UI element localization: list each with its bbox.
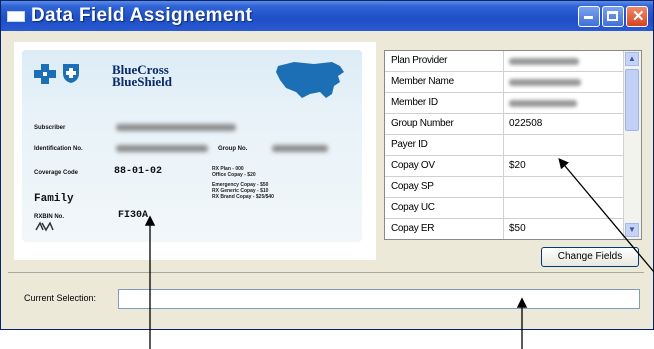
grid-field-value[interactable]: $50: [509, 223, 526, 234]
close-button[interactable]: ✕: [626, 6, 648, 27]
grid-row[interactable]: Copay SP: [385, 177, 623, 198]
grid-field-name: Member ID: [391, 97, 438, 108]
window-title: Data Field Assignement: [31, 5, 253, 26]
blueshield-logo-icon: [63, 64, 79, 83]
group-label: Group No.: [218, 146, 248, 152]
grid-field-name: Copay OV: [391, 160, 435, 171]
grid-row[interactable]: Copay OV $20: [385, 156, 623, 177]
arrow-down-icon[interactable]: ▼: [625, 223, 639, 237]
current-selection-input[interactable]: [118, 289, 640, 309]
grid-field-value[interactable]: $20: [509, 160, 526, 171]
grid-row[interactable]: Member Name: [385, 72, 623, 93]
benefits-block-2: Emergency Copay - $50 RX Generic Copay -…: [212, 182, 274, 200]
grid-row[interactable]: Payer ID: [385, 135, 623, 156]
field-grid[interactable]: Plan Provider Member Name Member ID Group N…: [384, 50, 642, 240]
card-brand: BlueCross BlueShield: [112, 62, 172, 89]
grid-row[interactable]: Group Number 022508: [385, 114, 623, 135]
minimize-icon: [584, 16, 593, 19]
scroll-thumb[interactable]: [625, 69, 639, 131]
grid-field-value-redacted[interactable]: [509, 79, 581, 86]
bluecross-logo-icon: [34, 64, 56, 84]
grid-field-name: Copay SP: [391, 181, 434, 192]
family-text: Family: [34, 193, 74, 205]
insurance-card-image[interactable]: BlueCross BlueShield Subscriber Identifi…: [22, 50, 362, 242]
grid-field-name: Plan Provider: [391, 55, 448, 66]
coverage-label: Coverage Code: [34, 170, 79, 176]
title-bar[interactable]: Data Field Assignement ✕: [1, 1, 653, 31]
grid-row[interactable]: Copay UC: [385, 198, 623, 219]
close-icon: ✕: [632, 8, 645, 25]
grid-field-name: Copay ER: [391, 223, 435, 234]
us-map-icon: [276, 62, 344, 98]
group-value-redacted: [272, 145, 328, 152]
grid-field-value-redacted[interactable]: [509, 100, 577, 107]
arrow-up-icon[interactable]: ▲: [625, 52, 639, 66]
minimize-button[interactable]: [578, 6, 600, 27]
grid-column-divider: [503, 51, 504, 239]
subscriber-label: Subscriber: [34, 125, 66, 131]
grid-field-name: Group Number: [391, 118, 454, 129]
change-fields-button[interactable]: Change Fields: [541, 247, 639, 267]
grid-row[interactable]: Member ID: [385, 93, 623, 114]
grid-field-name: Payer ID: [391, 139, 428, 150]
grid-field-name: Member Name: [391, 76, 454, 87]
identification-value-redacted: [116, 145, 208, 152]
grid-field-value-redacted[interactable]: [509, 58, 579, 65]
grid-scrollbar[interactable]: ▲ ▼: [623, 51, 641, 239]
grid-row[interactable]: Copay ER $50: [385, 219, 623, 239]
window-icon: [7, 11, 25, 22]
rxbin-value: FI30A: [118, 210, 149, 221]
grid-row[interactable]: Plan Provider: [385, 51, 623, 72]
maximize-button[interactable]: [602, 6, 624, 27]
network-logo-icon: [35, 221, 54, 232]
maximize-icon: [607, 11, 618, 21]
divider: [8, 272, 644, 273]
grid-field-name: Copay UC: [391, 202, 435, 213]
identification-label: Identification No.: [34, 146, 83, 152]
coverage-value: 88-01-02: [114, 166, 163, 177]
grid-field-value[interactable]: 022508: [509, 118, 542, 129]
subscriber-value-redacted: [116, 124, 236, 131]
current-selection-label: Current Selection:: [24, 293, 97, 303]
benefits-block-1: RX Plan - 000 Office Copay - $20: [212, 166, 256, 178]
